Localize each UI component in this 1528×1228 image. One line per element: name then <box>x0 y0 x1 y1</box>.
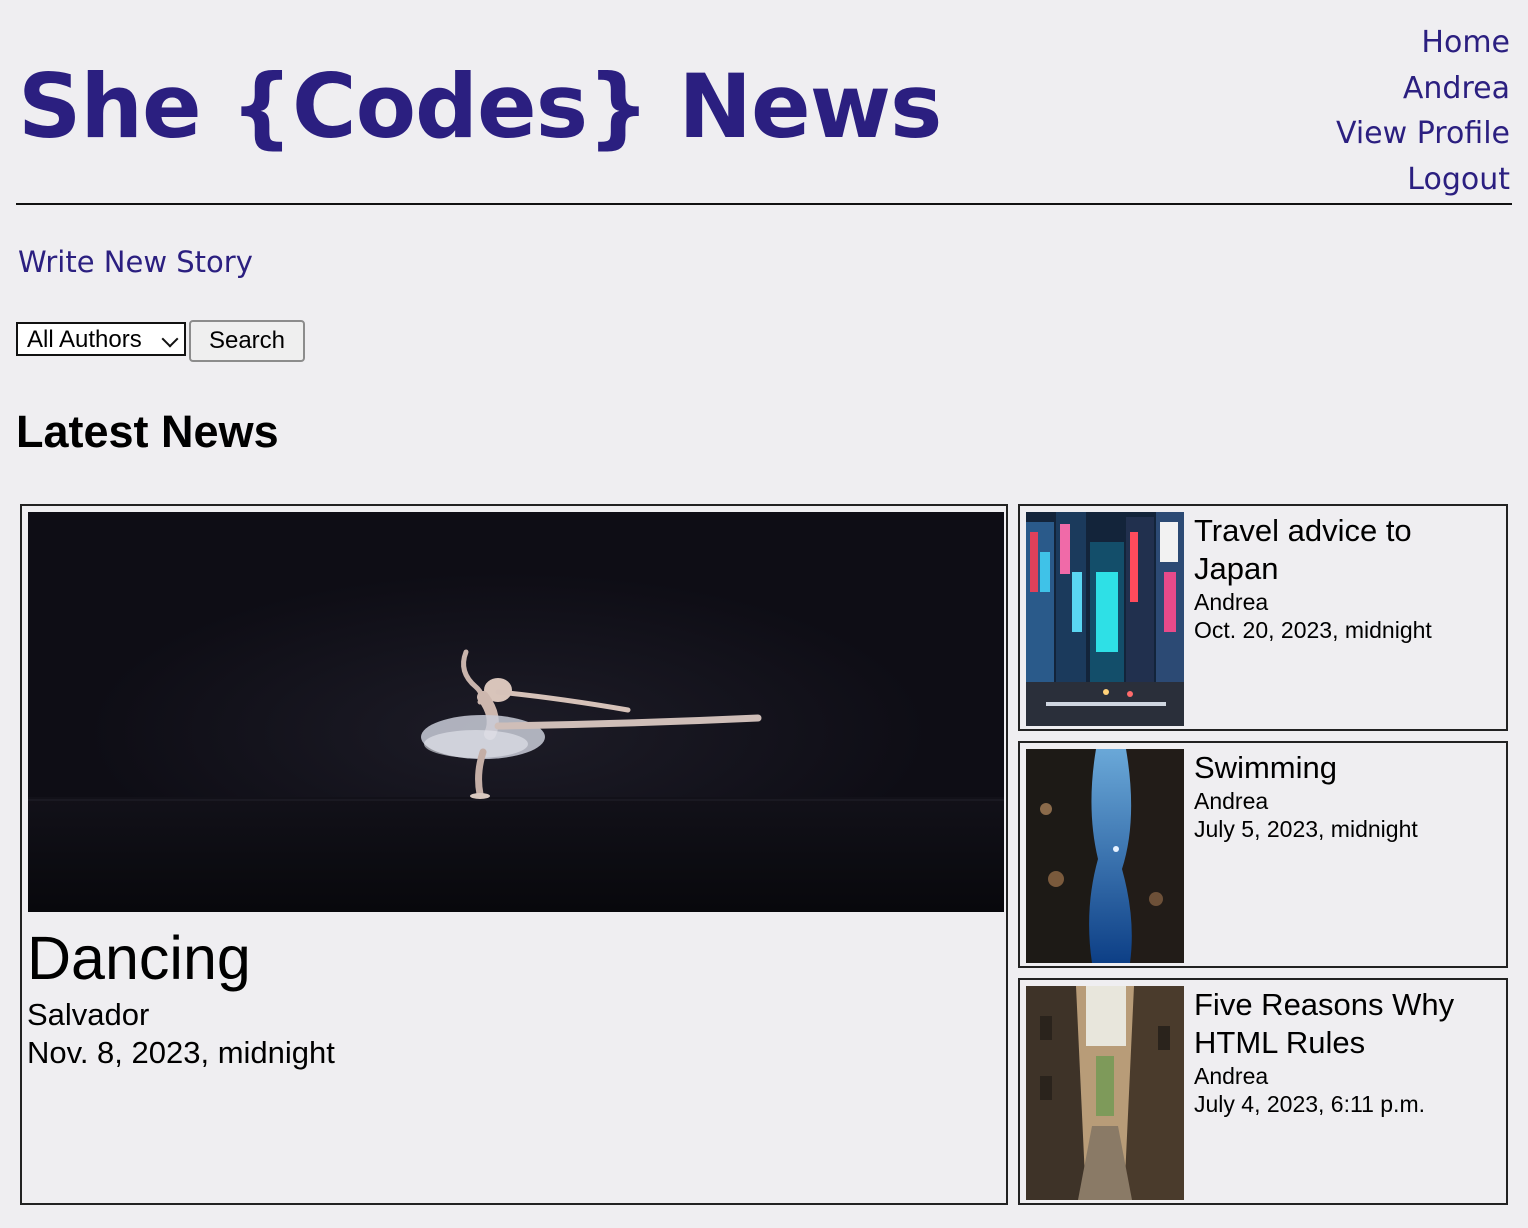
story-date: Oct. 20, 2023, midnight <box>1194 617 1432 643</box>
featured-story-author: Salvador <box>27 997 150 1032</box>
featured-story-date: Nov. 8, 2023, midnight <box>27 1035 335 1070</box>
story-body: Swimming Andrea July 5, 2023, midnight <box>1194 749 1500 843</box>
featured-story-image <box>28 512 1004 912</box>
search-button[interactable]: Search <box>189 320 305 362</box>
chevron-down-icon <box>161 330 179 348</box>
author-select[interactable]: All Authors <box>16 322 186 356</box>
story-card[interactable]: Swimming Andrea July 5, 2023, midnight <box>1018 741 1508 968</box>
nav-user-link[interactable]: Andrea <box>1403 66 1510 112</box>
site-header: She {Codes} News Home Andrea View Profil… <box>16 0 1512 205</box>
story-author: Andrea <box>1194 589 1269 615</box>
story-title[interactable]: Five Reasons Why HTML Rules <box>1194 986 1500 1062</box>
story-card[interactable]: Five Reasons Why HTML Rules Andrea July … <box>1018 978 1508 1205</box>
write-new-story-link[interactable]: Write New Story <box>18 240 253 284</box>
story-body: Travel advice to Japan Andrea Oct. 20, 2… <box>1194 512 1500 644</box>
story-card[interactable]: Travel advice to Japan Andrea Oct. 20, 2… <box>1018 504 1508 731</box>
story-title[interactable]: Swimming <box>1194 749 1500 787</box>
story-image <box>1026 986 1184 1200</box>
featured-story-card[interactable]: Dancing Salvador Nov. 8, 2023, midnight <box>20 504 1008 1205</box>
author-select-value: All Authors <box>27 326 142 353</box>
story-image <box>1026 749 1184 963</box>
featured-story-title[interactable]: Dancing <box>27 920 251 996</box>
section-title: Latest News <box>16 406 279 457</box>
story-date: July 4, 2023, 6:11 p.m. <box>1194 1091 1425 1117</box>
story-body: Five Reasons Why HTML Rules Andrea July … <box>1194 986 1500 1118</box>
nav-logout-link[interactable]: Logout <box>1407 157 1510 203</box>
site-title: She {Codes} News <box>18 55 942 158</box>
story-author: Andrea <box>1194 788 1269 814</box>
story-image <box>1026 512 1184 726</box>
nav-home-link[interactable]: Home <box>1421 20 1510 66</box>
main-nav: Home Andrea View Profile Logout <box>1336 20 1510 202</box>
story-author: Andrea <box>1194 1063 1269 1089</box>
story-title[interactable]: Travel advice to Japan <box>1194 512 1500 588</box>
story-date: July 5, 2023, midnight <box>1194 816 1418 842</box>
nav-view-profile-link[interactable]: View Profile <box>1336 111 1510 157</box>
